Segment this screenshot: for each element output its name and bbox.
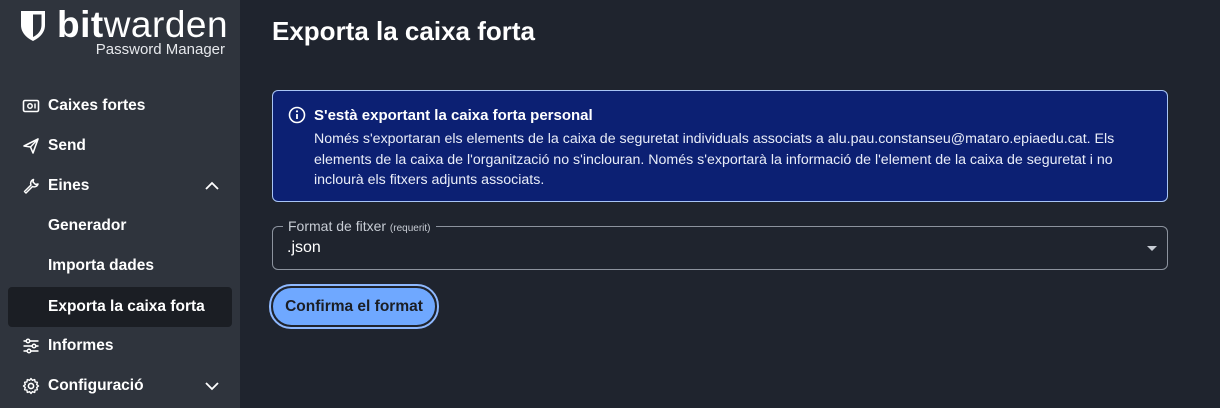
sidebar-item-label: Caixes fortes xyxy=(48,97,146,114)
sidebar-item-generator[interactable]: Generador xyxy=(8,206,232,246)
file-format-label: Format de fitxer (requerit) xyxy=(283,218,436,234)
logo-subtitle: Password Manager xyxy=(95,41,225,58)
chevron-down-icon xyxy=(205,382,219,391)
sidebar-item-vaults[interactable]: Caixes fortes xyxy=(8,86,232,126)
sidebar-item-label: Send xyxy=(48,137,86,154)
callout-body: Només s'exportaran els elements de la ca… xyxy=(314,131,1115,188)
sidebar-item-label: Informes xyxy=(48,337,114,354)
sidebar: bitwarden Password Manager Caixes fortes… xyxy=(0,0,240,408)
file-format-value: .json xyxy=(287,239,321,256)
sidebar-item-label: Exporta la caixa forta xyxy=(48,298,205,315)
page-title: Exporta la caixa forta xyxy=(272,16,535,46)
sliders-icon xyxy=(23,338,39,354)
confirm-format-button[interactable]: Confirma el format xyxy=(273,288,435,325)
sidebar-item-send[interactable]: Send xyxy=(8,126,232,166)
main-content: Exporta la caixa forta S'està exportant … xyxy=(240,0,1220,408)
logo-wordmark: bitwarden xyxy=(57,4,229,45)
sidebar-item-label: Importa dades xyxy=(48,257,154,274)
file-format-select[interactable]: Format de fitxer (requerit) .json xyxy=(272,218,1168,270)
chevron-up-icon xyxy=(205,181,219,190)
sidebar-item-label: Eines xyxy=(48,177,90,194)
sidebar-item-label: Configuració xyxy=(48,377,144,394)
info-icon xyxy=(288,106,306,124)
required-hint: (requerit) xyxy=(389,223,431,234)
vault-icon xyxy=(22,99,40,113)
sidebar-item-import[interactable]: Importa dades xyxy=(8,246,232,286)
sidebar-item-tools[interactable]: Eines xyxy=(8,166,232,206)
confirm-button-focus-ring: Confirma el format xyxy=(269,284,439,329)
wrench-icon xyxy=(23,178,39,194)
callout-title: S'està exportant la caixa forta personal xyxy=(314,107,593,124)
sidebar-item-reports[interactable]: Informes xyxy=(8,326,232,366)
sidebar-item-export[interactable]: Exporta la caixa forta xyxy=(8,287,232,327)
gear-icon xyxy=(22,377,40,395)
dropdown-caret-icon[interactable] xyxy=(1147,246,1157,251)
shield-logo-icon xyxy=(21,11,45,41)
info-callout: S'està exportant la caixa forta personal… xyxy=(272,90,1168,202)
bitwarden-logo[interactable]: bitwarden Password Manager xyxy=(20,4,228,60)
send-icon xyxy=(23,138,39,154)
sidebar-item-settings[interactable]: Configuració xyxy=(8,366,232,406)
sidebar-item-label: Generador xyxy=(48,217,127,234)
